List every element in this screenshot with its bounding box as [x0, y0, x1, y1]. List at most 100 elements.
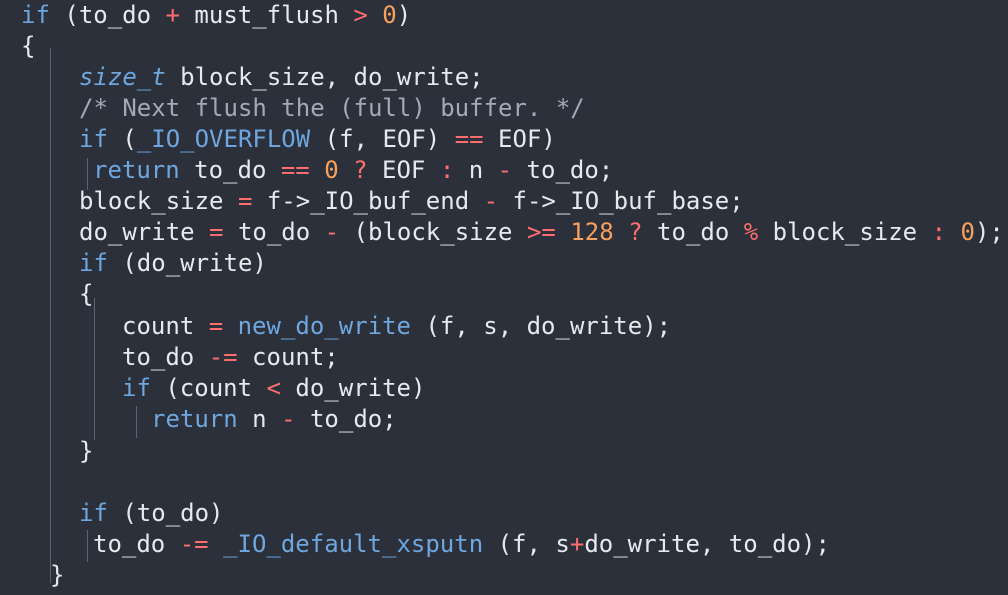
- code-token: }: [79, 437, 94, 465]
- code-token: count;: [237, 343, 339, 371]
- code-line[interactable]: if (to_do): [79, 498, 224, 529]
- code-token: if: [79, 249, 108, 277]
- code-token: new_do_write: [237, 312, 411, 340]
- code-token: (f, s: [483, 530, 570, 558]
- code-token: return: [151, 405, 238, 433]
- code-token: to_do: [78, 1, 166, 29]
- code-token: (f, s, do_write);: [411, 312, 672, 340]
- code-token: >: [353, 1, 368, 29]
- code-token: to_do: [642, 218, 744, 246]
- code-line[interactable]: to_do -= count;: [122, 342, 339, 373]
- code-token: block_size: [79, 187, 238, 215]
- code-line[interactable]: do_write = to_do - (block_size >= 128 ? …: [79, 217, 1004, 248]
- code-token: {: [79, 280, 94, 308]
- code-token: ): [396, 1, 412, 29]
- code-token: _IO_default_xsputn: [223, 530, 484, 558]
- code-token: size_t: [79, 63, 166, 91]
- code-token: n: [454, 156, 498, 184]
- code-token: (: [107, 125, 137, 153]
- code-token: -: [281, 405, 296, 433]
- code-line[interactable]: /* Next flush the (full) buffer. */: [79, 93, 585, 124]
- code-token: block_size, do_write;: [165, 63, 484, 91]
- code-token: +: [569, 530, 585, 558]
- code-token: 0: [324, 156, 339, 184]
- code-token: 128: [570, 218, 614, 246]
- code-token: ?: [628, 218, 643, 246]
- code-token: if: [79, 499, 108, 527]
- code-token: count: [122, 312, 209, 340]
- code-token: do_write, to_do);: [584, 530, 830, 558]
- code-token: f->_IO_buf_base;: [498, 187, 744, 215]
- indent-guide: [50, 48, 51, 583]
- code-token: 0: [960, 218, 975, 246]
- code-token: block_size: [758, 218, 932, 246]
- code-line[interactable]: }: [50, 560, 64, 591]
- code-token: -: [483, 187, 499, 215]
- code-token: :: [439, 156, 455, 184]
- code-token: );: [974, 218, 1004, 246]
- code-token: to_do: [93, 530, 180, 558]
- code-token: return: [93, 156, 180, 184]
- code-token: -=: [179, 530, 209, 558]
- indent-guide: [94, 298, 95, 440]
- code-token: :: [931, 218, 947, 246]
- code-token: f->_IO_buf_end: [252, 187, 484, 215]
- code-line[interactable]: to_do -= _IO_default_xsputn (f, s+do_wri…: [93, 529, 830, 560]
- code-token: EOF: [367, 156, 440, 184]
- code-token: if: [21, 1, 50, 29]
- code-line[interactable]: }: [79, 436, 93, 467]
- code-token: to_do: [122, 343, 209, 371]
- indent-guide: [136, 406, 137, 438]
- code-line[interactable]: return to_do == 0 ? EOF : n - to_do;: [93, 155, 613, 186]
- code-token: (to_do): [107, 499, 224, 527]
- code-line[interactable]: {: [79, 279, 93, 310]
- code-token: _IO_OVERFLOW: [136, 125, 311, 153]
- code-line[interactable]: block_size = f->_IO_buf_end - f->_IO_buf…: [79, 186, 744, 217]
- code-token: -: [324, 218, 340, 246]
- code-token: n: [237, 405, 282, 433]
- code-token: to_do;: [512, 156, 614, 184]
- code-token: <: [266, 374, 281, 402]
- code-line[interactable]: if (_IO_OVERFLOW (f, EOF) == EOF): [79, 124, 556, 155]
- code-token: =: [237, 187, 253, 215]
- code-line[interactable]: count = new_do_write (f, s, do_write);: [122, 311, 671, 342]
- code-line[interactable]: return n - to_do;: [151, 404, 397, 435]
- code-token: >=: [526, 218, 556, 246]
- code-token: -: [497, 156, 513, 184]
- code-token: to_do;: [295, 405, 397, 433]
- code-token: }: [50, 561, 65, 589]
- code-token: do_write: [79, 218, 210, 246]
- code-token: (do_write): [107, 249, 267, 277]
- code-line[interactable]: {: [21, 31, 35, 62]
- code-line[interactable]: if (to_do + must_flush > 0): [21, 0, 411, 31]
- code-editor[interactable]: if (to_do + must_flush > 0){size_t block…: [0, 0, 1008, 595]
- code-token: ==: [280, 156, 310, 184]
- code-token: (: [49, 1, 79, 29]
- code-token: to_do: [223, 218, 325, 246]
- code-token: -=: [208, 343, 238, 371]
- code-token: (block_size: [339, 218, 527, 246]
- code-token: %: [743, 218, 759, 246]
- code-token: if: [79, 125, 108, 153]
- code-line[interactable]: size_t block_size, do_write;: [79, 62, 484, 93]
- code-token: if: [122, 374, 151, 402]
- code-line[interactable]: if (count < do_write): [122, 373, 425, 404]
- code-token: ?: [353, 156, 368, 184]
- code-token: (count: [150, 374, 267, 402]
- code-token: =: [208, 312, 224, 340]
- code-line[interactable]: if (do_write): [79, 248, 267, 279]
- code-token: EOF): [483, 125, 556, 153]
- code-token: do_write): [280, 374, 426, 402]
- code-token: +: [165, 1, 180, 29]
- code-token: =: [209, 218, 224, 246]
- code-token: (f, EOF): [310, 125, 455, 153]
- code-token: {: [21, 32, 36, 60]
- code-token: 0: [382, 1, 397, 29]
- code-token: must_flush: [179, 1, 354, 29]
